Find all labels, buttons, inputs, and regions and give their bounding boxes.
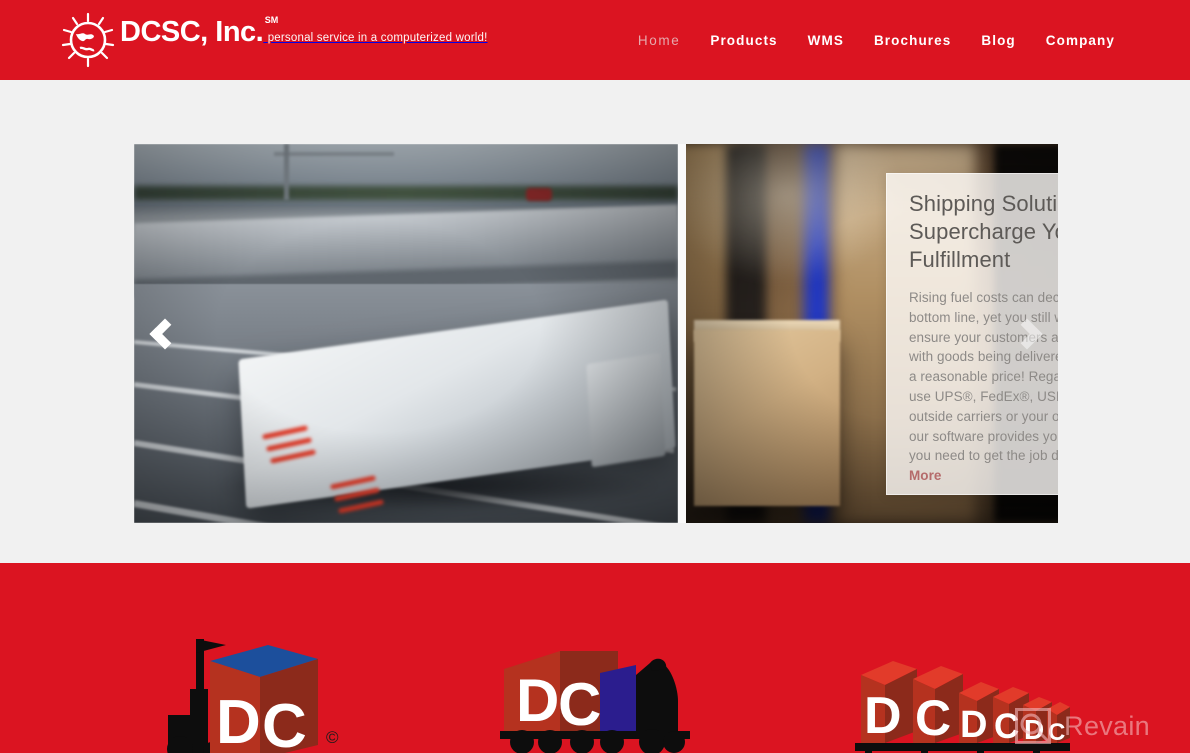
logo-sm-mark: SM — [264, 15, 279, 25]
logo-wordmark: DCSC, Inc. SM — [120, 16, 278, 48]
slider-next-button[interactable] — [1010, 311, 1044, 357]
dc-truck-logo: D C — [500, 639, 700, 753]
nav-item-company[interactable]: Company — [1031, 33, 1130, 48]
slider-prev-button[interactable] — [148, 311, 182, 357]
dc-forklift-logo: D C © — [150, 619, 370, 753]
copyright-mark: © — [326, 728, 339, 747]
revain-watermark-text: Revain — [1064, 710, 1150, 741]
svg-text:D: D — [864, 687, 902, 745]
slide-warehouse[interactable]: Shipping Solutions to Supercharge Your F… — [686, 144, 1058, 523]
logo-name: DCSC, Inc. — [120, 16, 264, 48]
chevron-left-icon — [149, 317, 181, 350]
site-header: DCSC, Inc. SM personal service in a compu… — [0, 0, 1190, 80]
main-navigation: Home Products WMS Brochures Blog Company — [623, 0, 1130, 80]
revain-watermark: Revain — [1014, 707, 1150, 745]
svg-text:C: C — [262, 692, 307, 753]
nav-item-wms[interactable]: WMS — [793, 33, 859, 48]
site-logo[interactable]: DCSC, Inc. SM personal service in a compu… — [60, 12, 487, 68]
svg-text:D: D — [216, 688, 261, 753]
revain-logo-icon — [1014, 707, 1052, 745]
nav-item-products[interactable]: Products — [695, 33, 792, 48]
svg-text:C: C — [558, 671, 601, 738]
logo-tagline: personal service in a computerized world… — [267, 32, 488, 44]
brand-logo-band: D C © D C D C D C D C Revain — [0, 563, 1190, 753]
slide-divider — [678, 144, 686, 523]
chevron-right-icon — [1011, 317, 1043, 350]
slide-image-highway — [134, 144, 678, 523]
nav-item-blog[interactable]: Blog — [966, 33, 1030, 48]
svg-text:C: C — [915, 690, 951, 746]
slide-highway[interactable] — [134, 144, 678, 523]
svg-text:D: D — [516, 667, 559, 734]
globe-sun-icon — [60, 12, 116, 68]
svg-text:D: D — [960, 704, 987, 746]
nav-item-brochures[interactable]: Brochures — [859, 33, 966, 48]
hero-slider[interactable]: Shipping Solutions to Supercharge Your F… — [134, 144, 1058, 523]
slide-caption-title: Shipping Solutions to Supercharge Your F… — [909, 191, 1058, 272]
nav-item-home[interactable]: Home — [623, 33, 695, 48]
